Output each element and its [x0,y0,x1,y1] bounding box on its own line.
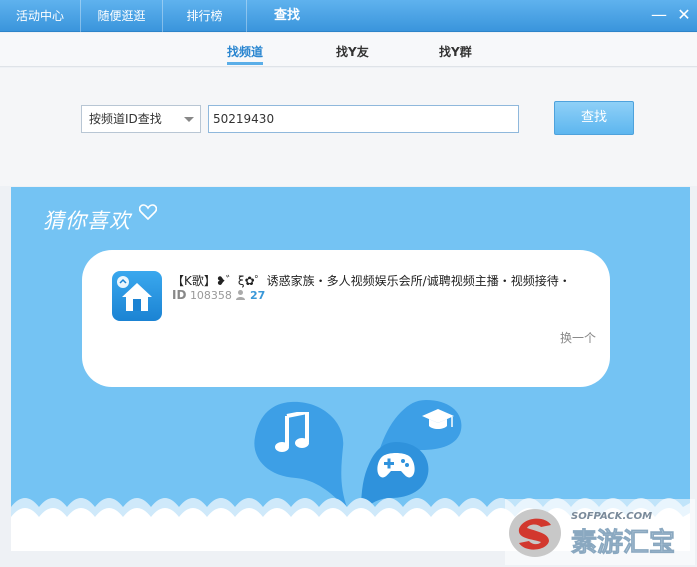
tab-label: 随便逛逛 [97,9,146,23]
id-label: ID [172,288,187,302]
watermark-logo: SOFPACK.COM 素游汇宝 [505,499,695,565]
tab-browse[interactable]: 随便逛逛 [81,0,163,32]
tab-label: 排行榜 [186,9,223,23]
watermark-url: SOFPACK.COM [571,511,652,522]
select-value: 按频道ID查找 [89,112,162,126]
music-note-icon[interactable] [273,412,313,456]
channel-title[interactable]: 【K歌】❥゛ξ✿゜诱惑家族・多人视频娱乐会所/诚聘视频主播・视频接待・ [172,272,571,289]
channel-card[interactable]: 【K歌】❥゛ξ✿゜诱惑家族・多人视频娱乐会所/诚聘视频主播・视频接待・ ID 1… [82,250,610,387]
top-tab-bar: 活动中心 随便逛逛 排行榜 查找 — ✕ [0,0,697,32]
channel-house-icon [112,271,162,321]
subtab-find-friend[interactable]: 找Y友 [336,43,369,65]
heart-icon [139,204,157,220]
tab-search[interactable]: 查找 [247,0,327,32]
tab-ranking[interactable]: 排行榜 [163,0,247,32]
sub-tab-bar: 找频道 找Y友 找Y群 [0,33,697,67]
subtab-find-group[interactable]: 找Y群 [439,43,472,65]
find-button[interactable]: 查找 [554,101,634,135]
user-icon [236,290,246,300]
recommend-panel: 猜你喜欢 【K歌】❥゛ξ✿゜诱惑家族・多人视频娱乐会所/诚聘视频主播・视频接待・… [11,187,690,552]
minimize-button[interactable]: — [650,6,668,24]
tab-label: 查找 [273,8,300,23]
search-pane: 按频道ID查找 50219430 查找 [0,68,697,186]
tab-activity-center[interactable]: 活动中心 [0,0,81,32]
chevron-down-icon [184,117,194,122]
search-type-select[interactable]: 按频道ID查找 [81,105,201,133]
search-input[interactable]: 50219430 [208,105,519,133]
tab-label: 活动中心 [15,9,64,23]
change-one-link[interactable]: 换一个 [560,329,596,346]
close-button[interactable]: ✕ [675,6,693,24]
watermark-text: 素游汇宝 [571,527,675,558]
recommend-heading: 猜你喜欢 [43,209,131,233]
channel-meta: ID 108358 27 [172,288,265,302]
gamepad-icon[interactable] [375,450,417,480]
subtab-find-channel[interactable]: 找频道 [227,43,264,65]
member-count: 27 [249,289,266,302]
channel-id: 108358 [189,289,232,302]
graduation-cap-icon[interactable] [421,407,455,433]
